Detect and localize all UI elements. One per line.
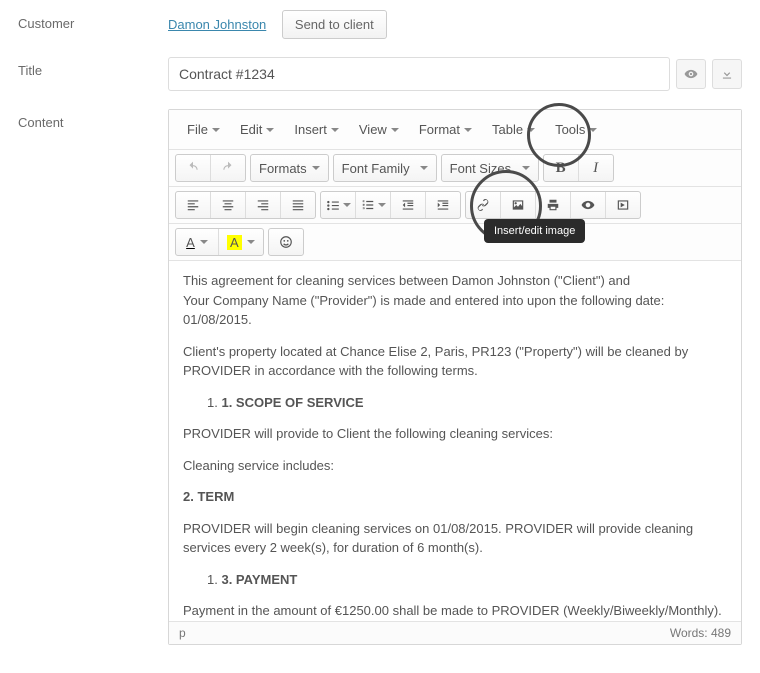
editor-toolbar-1: Formats Font Family Font Sizes B I: [169, 150, 741, 187]
element-path: p: [179, 626, 186, 640]
content-text: Cleaning service includes:: [183, 456, 727, 476]
customer-label: Customer: [18, 10, 168, 31]
smiley-icon: [279, 235, 293, 249]
preview-button[interactable]: [676, 59, 706, 89]
menu-tools[interactable]: Tools: [545, 116, 607, 143]
align-right-button[interactable]: [246, 192, 281, 218]
indent-button[interactable]: [426, 192, 460, 218]
font-family-select[interactable]: Font Family: [334, 155, 436, 181]
download-button[interactable]: [712, 59, 742, 89]
content-text: 1.: [207, 572, 218, 587]
content-text: PROVIDER will provide to Client the foll…: [183, 424, 727, 444]
menu-insert[interactable]: Insert: [284, 116, 349, 143]
bullet-list-icon: [326, 198, 340, 212]
caret-icon: [391, 128, 399, 132]
editor-toolbar-3: A A: [169, 224, 741, 261]
bg-color-button[interactable]: A: [219, 229, 263, 255]
numbered-list-icon: [361, 198, 375, 212]
content-label: Content: [18, 109, 168, 130]
redo-icon: [221, 161, 235, 175]
editor-menubar: File Edit Insert View Format Table Tools: [169, 110, 741, 150]
caret-icon: [522, 166, 530, 170]
caret-icon: [343, 203, 351, 207]
tooltip-insert-image: Insert/edit image: [484, 219, 585, 243]
align-center-button[interactable]: [211, 192, 246, 218]
font-size-select[interactable]: Font Sizes: [442, 155, 538, 181]
menu-file[interactable]: File: [177, 116, 230, 143]
editor-content[interactable]: This agreement for cleaning services bet…: [169, 261, 741, 621]
caret-icon: [266, 128, 274, 132]
customer-link[interactable]: Damon Johnston: [168, 17, 266, 32]
rich-text-editor: File Edit Insert View Format Table Tools…: [168, 109, 742, 645]
caret-icon: [464, 128, 472, 132]
content-text: Client's property located at Chance Elis…: [183, 342, 727, 381]
title-label: Title: [18, 57, 168, 78]
link-button[interactable]: [466, 192, 501, 218]
caret-icon: [589, 128, 597, 132]
align-left-button[interactable]: [176, 192, 211, 218]
heading-term: 2. TERM: [183, 487, 727, 507]
link-icon: [476, 198, 490, 212]
editor-toolbar-2: [169, 187, 741, 224]
italic-button[interactable]: I: [579, 155, 613, 181]
text-color-button[interactable]: A: [176, 229, 219, 255]
caret-icon: [527, 128, 535, 132]
caret-icon: [312, 166, 320, 170]
bold-button[interactable]: B: [544, 155, 579, 181]
numbered-list-button[interactable]: [356, 192, 391, 218]
content-text: This agreement for cleaning services bet…: [183, 273, 630, 288]
indent-icon: [436, 198, 450, 212]
caret-icon: [331, 128, 339, 132]
menu-format[interactable]: Format: [409, 116, 482, 143]
insert-image-button[interactable]: [501, 192, 536, 218]
print-button[interactable]: [536, 192, 571, 218]
content-text: PROVIDER will begin cleaning services on…: [183, 519, 727, 558]
menu-table[interactable]: Table: [482, 116, 545, 143]
title-input[interactable]: [168, 57, 670, 91]
word-count: Words: 489: [670, 626, 731, 640]
align-justify-button[interactable]: [281, 192, 315, 218]
caret-icon: [212, 128, 220, 132]
undo-button[interactable]: [176, 155, 211, 181]
heading-scope: 1. SCOPE OF SERVICE: [221, 395, 363, 410]
download-icon: [720, 67, 734, 81]
eye-icon: [684, 67, 698, 81]
menu-view[interactable]: View: [349, 116, 409, 143]
emoticon-button[interactable]: [269, 229, 303, 255]
align-left-icon: [186, 198, 200, 212]
heading-payment: 3. PAYMENT: [221, 572, 297, 587]
image-icon: [511, 198, 525, 212]
content-text: Payment in the amount of €1250.00 shall …: [183, 601, 727, 621]
outdent-icon: [401, 198, 415, 212]
outdent-button[interactable]: [391, 192, 426, 218]
editor-statusbar: p Words: 489: [169, 621, 741, 644]
caret-icon: [420, 166, 428, 170]
content-text: 1.: [207, 395, 218, 410]
preview-button-2[interactable]: [571, 192, 606, 218]
align-justify-icon: [291, 198, 305, 212]
redo-button[interactable]: [211, 155, 245, 181]
eye-icon: [581, 198, 595, 212]
print-icon: [546, 198, 560, 212]
caret-icon: [200, 240, 208, 244]
align-right-icon: [256, 198, 270, 212]
caret-icon: [247, 240, 255, 244]
media-button[interactable]: [606, 192, 640, 218]
caret-icon: [378, 203, 386, 207]
formats-select[interactable]: Formats: [251, 155, 328, 181]
content-text: Your Company Name ("Provider") is made a…: [183, 293, 664, 328]
align-center-icon: [221, 198, 235, 212]
media-icon: [616, 198, 630, 212]
bullet-list-button[interactable]: [321, 192, 356, 218]
undo-icon: [186, 161, 200, 175]
send-to-client-button[interactable]: Send to client: [282, 10, 387, 39]
menu-edit[interactable]: Edit: [230, 116, 284, 143]
